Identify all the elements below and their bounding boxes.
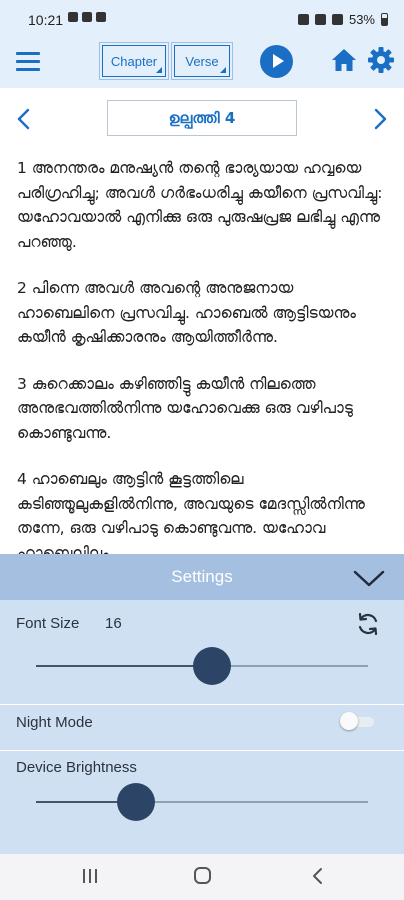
brightness-slider-thumb[interactable]: [116, 783, 155, 821]
status-time: 10:21: [28, 12, 64, 28]
menu-icon[interactable]: [16, 52, 40, 72]
recent-apps-icon[interactable]: [83, 869, 97, 883]
chapter-nav: ഉല്പത്തി 4: [0, 88, 404, 150]
system-nav-bar: [0, 854, 404, 900]
status-right: 53%: [297, 12, 388, 27]
settings-title: Settings: [171, 567, 233, 586]
toolbar: Chapter Verse: [0, 36, 404, 88]
chapter-button[interactable]: Chapter: [102, 45, 166, 77]
mail-icon: [82, 12, 92, 22]
gear-icon[interactable]: [368, 47, 394, 73]
chevron-left-icon[interactable]: [14, 108, 34, 130]
mute-icon: [314, 14, 326, 25]
verse-text[interactable]: 3 കുറെക്കാലം കഴിഞ്ഞിട്ടു കയീൻ നിലത്തെ അന…: [17, 372, 388, 446]
refresh-icon[interactable]: [356, 612, 380, 636]
chapter-button-label: Chapter: [110, 53, 158, 69]
notification-icons: [68, 12, 106, 22]
verse-text[interactable]: 4 ഹാബെലും ആട്ടിൻ കൂട്ടത്തിലെ കടിഞ്ഞൂലുകള…: [17, 467, 388, 554]
font-size-value: 16: [105, 615, 122, 632]
alarm-icon: [297, 14, 309, 25]
night-mode-toggle[interactable]: [340, 712, 376, 730]
home-circle-icon[interactable]: [194, 867, 211, 884]
divider: [0, 704, 404, 705]
screen: 10:21 53% Chapter Verse ഉല്പത്തി 4 1 അനന…: [0, 0, 404, 900]
night-mode-label: Night Mode: [16, 714, 93, 731]
battery-percent: 53%: [348, 12, 375, 27]
font-size-slider-thumb[interactable]: [192, 647, 231, 685]
font-size-slider-fill: [36, 665, 212, 667]
settings-header[interactable]: Settings: [0, 554, 404, 600]
chevron-down-icon[interactable]: [352, 568, 386, 588]
home-icon[interactable]: [331, 48, 357, 72]
chapter-title[interactable]: ഉല്പത്തി 4: [107, 100, 297, 136]
verse-text[interactable]: 2 പിന്നെ അവൾ അവന്റെ അനുജനായ ഹാബെലിനെ പ്ര…: [17, 276, 388, 350]
brightness-label: Device Brightness: [16, 759, 137, 776]
play-icon[interactable]: [260, 45, 293, 78]
divider: [0, 750, 404, 751]
verse-button-label: Verse: [185, 53, 219, 69]
dropdown-corner-icon: [156, 67, 162, 73]
dropdown-corner-icon: [220, 67, 226, 73]
status-bar: 10:21 53%: [0, 0, 404, 36]
font-size-label: Font Size: [16, 615, 80, 632]
battery-icon: [381, 13, 388, 26]
lock-icon: [96, 12, 106, 22]
chevron-right-icon[interactable]: [370, 108, 390, 130]
settings-panel: Settings Font Size 16 Night Mode Device …: [0, 554, 404, 854]
verse-list: 1 അനന്തരം മനുഷ്യൻ തന്റെ ഭാര്യയായ ഹവ്വയെ …: [0, 150, 404, 554]
signal-icon: [331, 14, 343, 25]
chapter-title-text: ഉല്പത്തി 4: [168, 109, 236, 127]
verse-button[interactable]: Verse: [174, 45, 230, 77]
toggle-knob: [340, 712, 358, 730]
verse-text[interactable]: 1 അനന്തരം മനുഷ്യൻ തന്റെ ഭാര്യയായ ഹവ്വയെ …: [17, 156, 388, 254]
gallery-icon: [68, 12, 78, 22]
back-icon[interactable]: [311, 867, 325, 885]
